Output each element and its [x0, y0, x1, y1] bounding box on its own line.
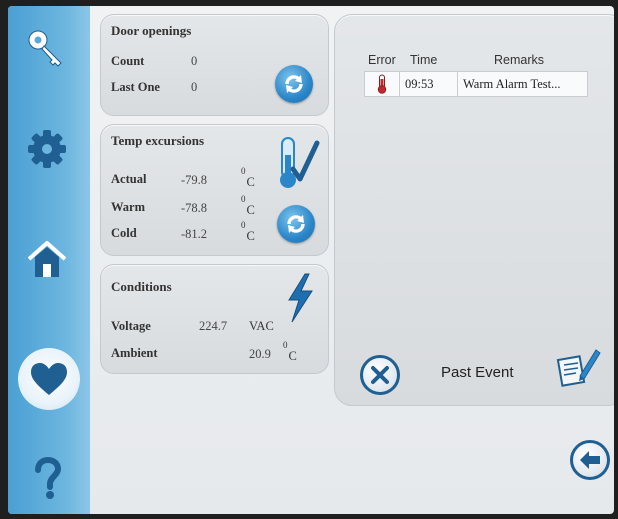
voltage-label: Voltage — [111, 319, 151, 333]
alarm-thermometer-icon — [365, 72, 399, 96]
last-one-label: Last One — [111, 80, 160, 94]
ambient-unit: 0C — [283, 340, 297, 364]
temp-excursions-panel: Temp excursions Actual -79.8 0C Warm -78… — [100, 124, 329, 256]
actual-label: Actual — [111, 172, 147, 186]
warm-value: -78.8 — [181, 201, 208, 215]
cold-value: -81.2 — [181, 227, 208, 241]
error-header: Error — [368, 53, 396, 67]
conditions-panel: Conditions Voltage 224.7 VAC Ambient 20.… — [100, 264, 329, 374]
voltage-value: 224.7 — [199, 319, 228, 333]
remarks-header: Remarks — [494, 53, 545, 67]
screen: Door openings Count 0 Last One 0 Temp ex… — [8, 6, 614, 514]
voltage-unit: VAC — [249, 319, 274, 333]
close-icon[interactable] — [360, 355, 400, 395]
door-openings-title: Door openings — [111, 23, 192, 38]
ambient-value: 20.9 — [249, 347, 271, 361]
actual-unit: 0C — [241, 166, 255, 190]
heart-icon[interactable] — [18, 348, 80, 410]
refresh-icon[interactable] — [275, 65, 313, 103]
cell-divider — [399, 72, 400, 96]
past-event-label[interactable]: Past Event — [441, 364, 514, 381]
event-remarks: Warm Alarm Test... — [463, 77, 561, 91]
home-icon[interactable] — [22, 234, 72, 284]
lightning-icon[interactable] — [285, 273, 315, 328]
count-label: Count — [111, 54, 145, 68]
cell-divider — [457, 72, 458, 96]
time-header: Time — [410, 53, 438, 67]
warm-label: Warm — [111, 200, 146, 214]
actual-value: -79.8 — [181, 173, 208, 187]
conditions-title: Conditions — [111, 279, 172, 294]
count-value: 0 — [191, 54, 198, 68]
thermometer-check-icon[interactable] — [276, 135, 320, 196]
key-icon[interactable] — [22, 24, 72, 74]
sidebar — [8, 6, 90, 514]
event-time: 09:53 — [405, 77, 434, 91]
refresh-icon[interactable] — [277, 205, 315, 243]
help-icon[interactable] — [22, 454, 72, 504]
note-edit-icon[interactable] — [556, 344, 602, 395]
cold-unit: 0C — [241, 220, 255, 244]
back-arrow-icon[interactable] — [570, 440, 610, 480]
gear-icon[interactable] — [22, 124, 72, 174]
ambient-label: Ambient — [111, 346, 158, 360]
last-one-value: 0 — [191, 80, 198, 94]
warm-unit: 0C — [241, 194, 255, 218]
cold-label: Cold — [111, 226, 137, 240]
event-row[interactable]: 09:53 Warm Alarm Test... — [364, 71, 588, 97]
temp-excursions-title: Temp excursions — [111, 133, 205, 148]
door-openings-panel: Door openings Count 0 Last One 0 — [100, 14, 329, 116]
